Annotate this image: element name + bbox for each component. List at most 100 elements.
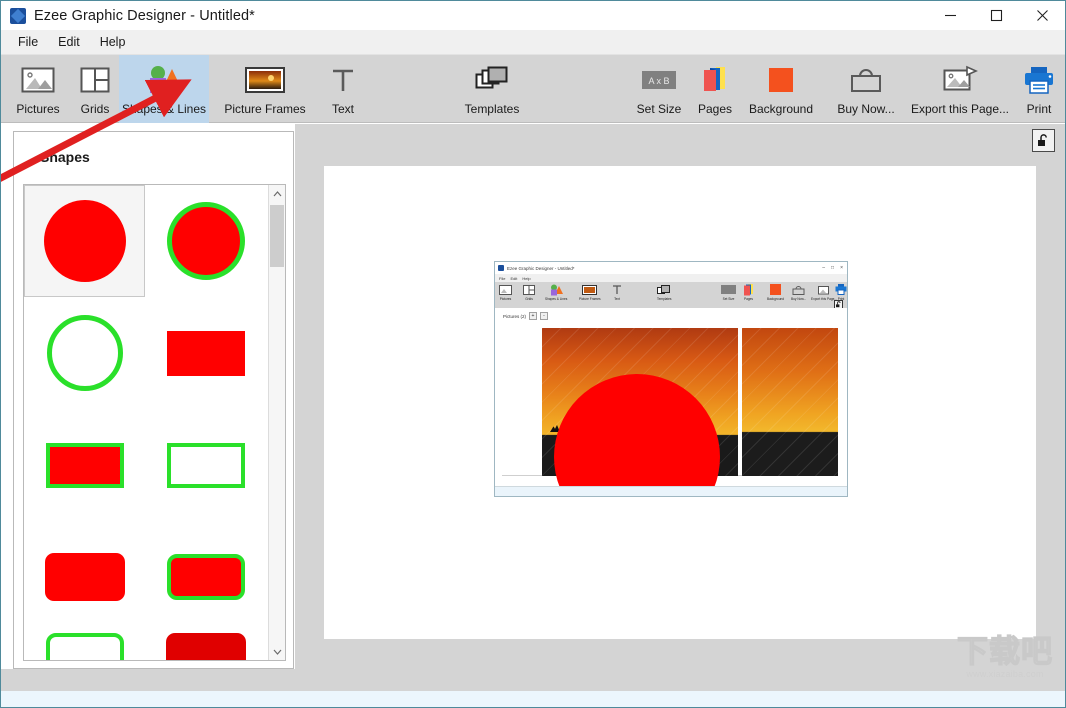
shape-preview (166, 442, 245, 488)
nested-toolbar-label: Background (767, 297, 785, 301)
picture-frames-icon (582, 283, 598, 296)
print-icon (1023, 61, 1055, 99)
shape-item-rounded-rectangle-red[interactable] (24, 521, 145, 633)
nested-toolbar-shapes-lines: Shapes & Lines (545, 283, 567, 301)
nested-toolbar-label: Pictures (499, 297, 512, 301)
panel-title: Shapes (40, 149, 90, 165)
svg-text:A x B: A x B (648, 76, 669, 86)
nested-menu-help: Help (522, 275, 531, 281)
shape-preview (44, 553, 125, 601)
nested-menu-file: File (499, 275, 506, 281)
shape-item-rectangle-red-green-outline[interactable] (24, 409, 145, 521)
nested-close-icon: × (840, 265, 843, 271)
toolbar-button-export-page[interactable]: Export this Page... (903, 55, 1017, 123)
close-button[interactable] (1019, 1, 1065, 30)
grids-icon (80, 61, 110, 99)
chevron-down-icon[interactable] (269, 643, 285, 660)
picture-frames-icon (245, 61, 285, 99)
menu-item-help[interactable]: Help (91, 32, 135, 52)
menu-item-edit[interactable]: Edit (49, 32, 89, 52)
templates-icon (475, 61, 509, 99)
export-page-icon (817, 283, 831, 296)
toolbar-button-shapes-lines[interactable]: Shapes & Lines (119, 55, 209, 123)
nested-toolbar-buy-now: Buy Now... (791, 283, 806, 301)
nested-toolbar-picture-frames: Picture Frames (579, 283, 601, 301)
nested-toolbar-label: Templates (657, 297, 672, 301)
shape-preview (165, 633, 246, 660)
toolbar-button-templates[interactable]: Templates (445, 55, 539, 123)
toolbar-button-text[interactable]: Text (321, 55, 365, 123)
toolbar-button-pictures[interactable]: Pictures (5, 55, 71, 123)
shape-preview (166, 330, 245, 376)
nested-tab-remove-button: - (540, 312, 549, 320)
status-bar (1, 691, 1065, 707)
toolbar-button-background[interactable]: Background (737, 55, 825, 123)
toolbar-button-picture-frames[interactable]: Picture Frames (209, 55, 321, 123)
shape-preview (46, 315, 123, 391)
nested-minimize-icon: – (822, 265, 826, 271)
title-bar: Ezee Graphic Designer - Untitled* (1, 1, 1065, 30)
minimize-button[interactable] (927, 1, 973, 30)
main-toolbar: Pictures Grids Shapes & Lines Picture Fr… (1, 55, 1065, 123)
buy-now-icon (792, 283, 805, 296)
nested-toolbar-background: Background (767, 283, 784, 301)
pictures-icon (499, 283, 512, 296)
canvas-lock-button[interactable] (1032, 129, 1055, 152)
shape-item-rounded-rectangle-red-partial[interactable] (145, 633, 266, 660)
toolbar-button-pages[interactable]: Pages (693, 55, 737, 123)
menu-bar: File Edit Help (1, 30, 1065, 55)
shape-item-rectangle-filled-red[interactable] (145, 297, 266, 409)
shapes-panel: Shapes (13, 131, 294, 669)
window-title: Ezee Graphic Designer - Untitled* (34, 7, 255, 24)
nested-toolbar-label: Buy Now... (791, 297, 807, 301)
window-controls (927, 1, 1065, 30)
nested-toolbar-text: Text (612, 283, 622, 301)
shape-preview (166, 554, 245, 600)
grids-icon (523, 283, 535, 296)
chevron-up-icon[interactable] (269, 185, 285, 202)
nested-maximize-icon: □ (831, 265, 835, 271)
shapes-lines-icon (548, 283, 564, 296)
shape-item-rounded-rectangle-red-green-outline[interactable] (145, 521, 266, 633)
nested-menu-bar: File Edit Help (495, 274, 847, 282)
shape-item-rectangle-green-outline[interactable] (145, 409, 266, 521)
shape-item-circle-green-outline[interactable] (24, 297, 145, 409)
toolbar-button-grids[interactable]: Grids (71, 55, 119, 123)
export-page-icon (942, 61, 978, 99)
toolbar-button-set-size[interactable]: A x B Set Size (625, 55, 693, 123)
toolbar-label: Text (331, 102, 354, 116)
nested-screenshot-image[interactable]: Ezee Graphic Designer - Untitled* – □ × … (494, 261, 848, 497)
nested-toolbar-label: Picture Frames (579, 297, 601, 301)
nested-body: Pictures (2) + - (495, 308, 847, 496)
shapes-list[interactable] (23, 184, 286, 661)
shape-item-circle-filled-red[interactable] (24, 185, 145, 297)
shape-preview (43, 200, 126, 282)
nested-photo-right (742, 328, 838, 476)
nested-toolbar-export-page: Export this Page... (811, 283, 837, 301)
text-icon (612, 283, 622, 296)
nested-toolbar-label: Pages (743, 297, 754, 301)
buy-now-icon (849, 61, 883, 99)
shape-item-rounded-rectangle-green-outline-partial[interactable] (24, 633, 145, 660)
scrollbar-thumb[interactable] (270, 205, 284, 267)
shape-item-circle-red-green-outline[interactable] (145, 185, 266, 297)
shapes-scrollbar[interactable] (268, 185, 285, 660)
toolbar-label: Print (1026, 102, 1052, 116)
maximize-button[interactable] (973, 1, 1019, 30)
toolbar-label: Set Size (636, 102, 682, 116)
menu-item-file[interactable]: File (9, 32, 47, 52)
nested-toolbar: Pictures Grids Shapes & Lines Picture Fr… (495, 282, 847, 308)
nested-tab-label: Pictures (2) (503, 313, 527, 319)
nested-window-controls: – □ × (822, 265, 847, 271)
toolbar-button-buy-now[interactable]: Buy Now... (829, 55, 903, 123)
toolbar-button-print[interactable]: Print (1017, 55, 1061, 123)
design-page[interactable]: Ezee Graphic Designer - Untitled* – □ × … (324, 166, 1036, 639)
nested-pictures-tab: Pictures (2) + - (503, 312, 549, 320)
nested-toolbar-label: Grids (525, 297, 533, 301)
nested-toolbar-set-size: Set Size (721, 283, 736, 301)
nested-canvas (502, 324, 838, 496)
pages-icon (743, 283, 754, 296)
nested-status-bar (495, 486, 847, 496)
background-icon (770, 283, 781, 296)
templates-icon (657, 283, 671, 296)
